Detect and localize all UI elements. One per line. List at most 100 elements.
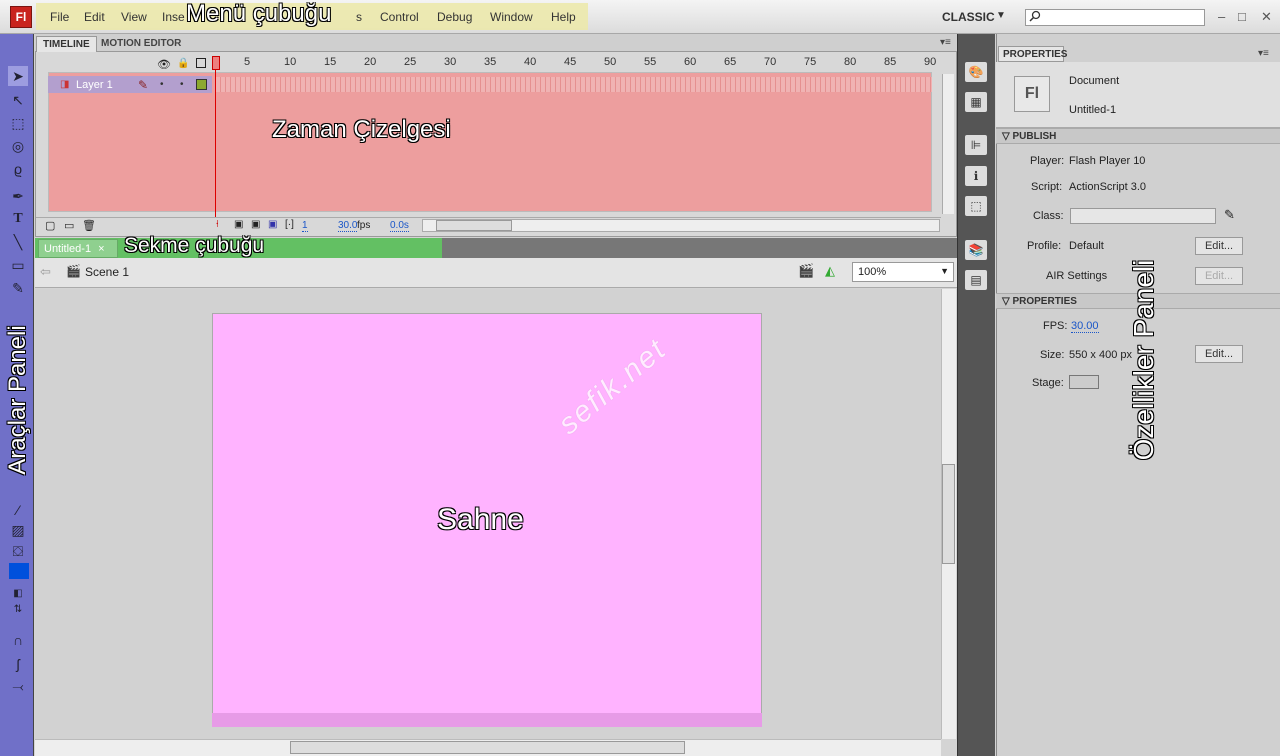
scene-icon: 🎬 (66, 264, 81, 278)
outline-icon[interactable] (196, 58, 206, 68)
timeline-frames-area[interactable] (48, 72, 932, 212)
pen-tool-icon[interactable]: ✒ (8, 186, 28, 206)
back-arrow-icon[interactable]: ⇦ (40, 264, 51, 280)
stage-horizontal-thumb[interactable] (290, 741, 685, 754)
class-input[interactable] (1070, 208, 1216, 224)
minimize-button[interactable]: – (1218, 9, 1225, 24)
line-tool-icon[interactable]: ╲ (8, 232, 28, 252)
layer-frames[interactable] (216, 77, 932, 92)
lock-icon[interactable]: 🔒 (177, 58, 189, 69)
flash-logo: Fl (10, 6, 32, 28)
free-transform-tool-icon[interactable]: ⬚ (8, 113, 28, 133)
help-search-input[interactable] (1025, 9, 1205, 26)
align-panel-icon[interactable]: ⊫ (965, 135, 987, 155)
playhead[interactable] (212, 56, 220, 70)
panel-menu-icon[interactable]: ▾≡ (1258, 48, 1269, 59)
center-frame-icon[interactable]: ⍿ (216, 219, 219, 230)
menu-bar-annotation: Menü çubuğu (186, 0, 332, 27)
onion-skin-icon[interactable]: ▣ (234, 219, 243, 230)
ruler-tick: 35 (484, 56, 497, 68)
swatches-panel-icon[interactable]: ▦ (965, 92, 987, 112)
tab-properties[interactable]: PROPERTIES (998, 46, 1067, 62)
fill-color-swatch[interactable] (9, 563, 29, 579)
maximize-button[interactable]: □ (1238, 9, 1246, 24)
menu-edit[interactable]: Edit (84, 10, 105, 24)
air-edit-button[interactable]: Edit... (1195, 267, 1243, 285)
3d-rotation-tool-icon[interactable]: ◎ (8, 136, 28, 156)
zoom-select[interactable]: 100% ▼ (852, 262, 954, 282)
menu-control[interactable]: Control (380, 10, 419, 24)
transform-panel-icon[interactable]: ⬚ (965, 196, 987, 216)
workspace-switcher[interactable]: CLASSIC (942, 10, 995, 24)
pencil-edit-icon[interactable]: ✎ (1224, 207, 1235, 223)
ruler-tick: 25 (404, 56, 417, 68)
outline-color-icon[interactable] (196, 79, 207, 90)
show-hide-icon[interactable]: 👁 (157, 58, 171, 71)
color-panel-icon[interactable]: 🎨 (965, 62, 987, 82)
size-label: Size: (1040, 349, 1065, 361)
text-tool-icon[interactable]: T (8, 209, 28, 229)
eyedropper-tool-icon[interactable]: ⁄ (8, 500, 28, 520)
new-layer-icon[interactable]: ▢ (45, 219, 55, 232)
ruler-tick: 65 (724, 56, 737, 68)
chevron-down-icon: ▽ (1002, 131, 1013, 142)
modify-markers-icon[interactable]: [·] (285, 219, 294, 230)
search-icon (1029, 10, 1041, 22)
smooth-icon[interactable]: ʃ (8, 654, 28, 674)
chevron-down-icon[interactable]: ▼ (996, 10, 1006, 21)
panel-menu-icon[interactable]: ▾≡ (940, 37, 951, 48)
subselection-tool-icon[interactable]: ↖ (8, 90, 28, 110)
timeline-scroll-thumb[interactable] (436, 220, 512, 231)
onion-outline-icon[interactable]: ▣ (251, 219, 260, 230)
scene-name[interactable]: Scene 1 (85, 265, 129, 279)
frame-rate[interactable]: 30.0 (338, 220, 358, 232)
document-tab[interactable]: Untitled-1 × (38, 239, 118, 258)
snap-magnet-icon[interactable]: ∩ (8, 630, 28, 650)
timeline-vertical-scrollbar[interactable] (942, 74, 954, 214)
tab-timeline[interactable]: TIMELINE (36, 36, 97, 52)
library-panel-icon[interactable]: 📚 (965, 240, 987, 260)
close-tab-icon[interactable]: × (98, 243, 104, 255)
menu-file[interactable]: File (50, 10, 69, 24)
rectangle-tool-icon[interactable]: ▭ (8, 255, 28, 275)
pencil-tool-icon[interactable]: ✎ (8, 278, 28, 298)
visibility-dot-icon[interactable]: • (160, 79, 164, 90)
edit-multiple-frames-icon[interactable]: ▣ (268, 219, 277, 230)
stage-vertical-thumb[interactable] (942, 464, 955, 564)
tab-motion-editor[interactable]: MOTION EDITOR (95, 36, 187, 52)
size-edit-button[interactable]: Edit... (1195, 345, 1243, 363)
edit-symbols-icon[interactable]: ◭ (825, 263, 835, 279)
straighten-icon[interactable]: ⤙ (8, 676, 28, 696)
layer-row[interactable] (48, 76, 212, 93)
profile-edit-button[interactable]: Edit... (1195, 237, 1243, 255)
current-frame[interactable]: 1 (302, 220, 308, 232)
menu-help[interactable]: Help (551, 10, 576, 24)
stroke-color-icon[interactable]: ▨ (8, 520, 28, 540)
selection-tool-icon[interactable]: ➤ (8, 66, 28, 86)
menu-debug[interactable]: Debug (437, 10, 472, 24)
timeline-annotation: Zaman Çizelgesi (272, 116, 451, 143)
ruler-tick: 10 (284, 56, 297, 68)
menu-insert[interactable]: Inse (162, 10, 185, 24)
components-panel-icon[interactable]: ▤ (965, 270, 987, 290)
lasso-tool-icon[interactable]: ϱ (8, 159, 28, 179)
stage-color-swatch[interactable] (1069, 375, 1099, 389)
menu-view[interactable]: View (121, 10, 147, 24)
swap-colors-icon[interactable]: ⇅ (8, 600, 28, 620)
publish-section-header[interactable]: ▽ PUBLISH (996, 128, 1280, 144)
player-label: Player: (1030, 155, 1065, 167)
fps-value[interactable]: 30.00 (1071, 320, 1099, 333)
menu-commands[interactable]: s (356, 10, 362, 24)
trash-icon[interactable]: 🗑 (82, 219, 96, 232)
info-panel-icon[interactable]: ℹ (965, 166, 987, 186)
layer-name[interactable]: Layer 1 (76, 79, 113, 91)
chevron-down-icon[interactable]: ▼ (940, 266, 949, 276)
lock-dot-icon[interactable]: • (180, 79, 184, 90)
menu-window[interactable]: Window (490, 10, 533, 24)
ruler-tick: 30 (444, 56, 457, 68)
close-button[interactable]: ✕ (1261, 9, 1272, 25)
zoom-value: 100% (858, 266, 887, 278)
paint-bucket-icon[interactable]: ⛋ (8, 541, 28, 561)
new-folder-icon[interactable]: ▭ (64, 219, 74, 232)
edit-scene-icon[interactable]: 🎬 (798, 263, 814, 279)
